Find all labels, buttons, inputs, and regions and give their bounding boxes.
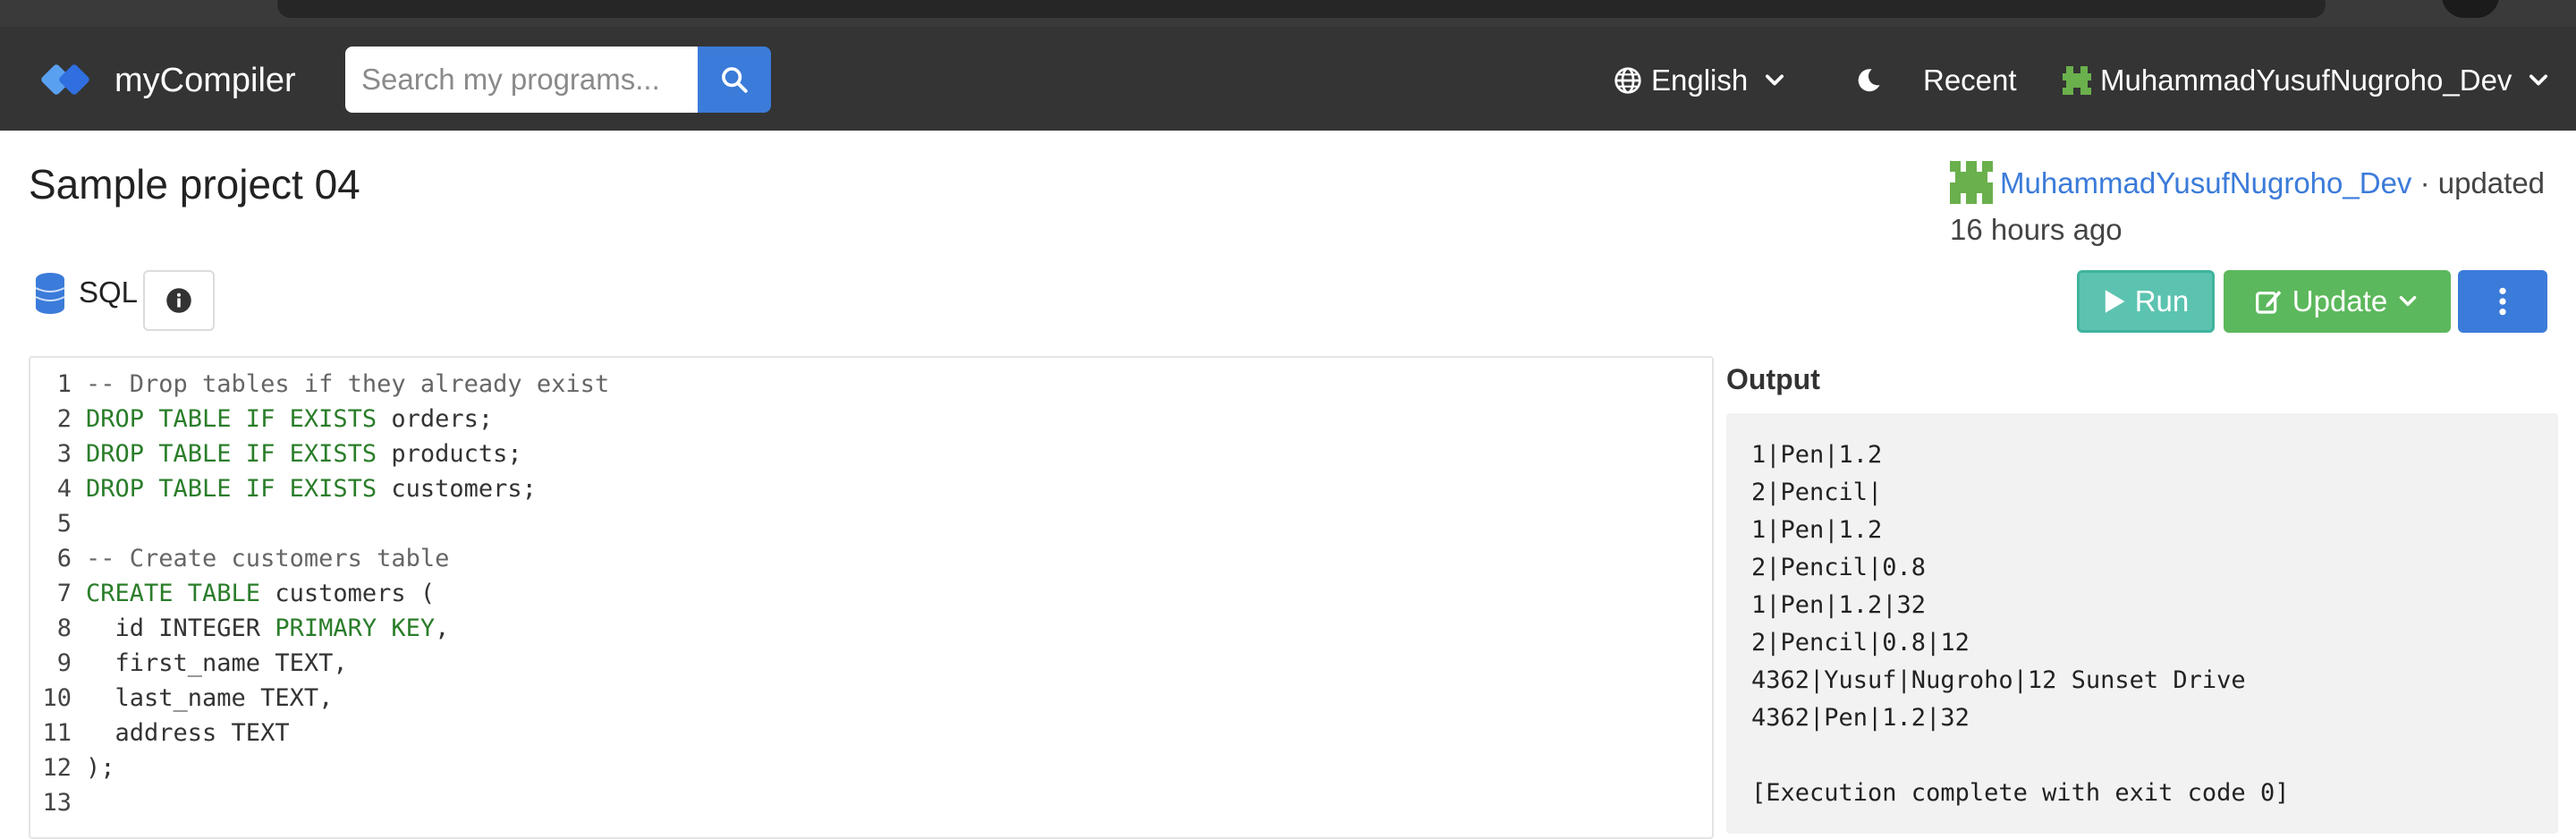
- mycompiler-logo-icon[interactable]: [39, 61, 98, 100]
- code-line[interactable]: 3 DROP TABLE IF EXISTS products;: [30, 436, 522, 471]
- code-text: last_name TEXT,: [86, 684, 334, 712]
- code-line[interactable]: 6 -- Create customers table: [30, 541, 450, 576]
- sql-keyword: DROP TABLE IF EXISTS: [86, 475, 377, 503]
- line-number: 7: [56, 580, 72, 607]
- output-line: 4362|Pen|1.2|32: [1751, 704, 1970, 732]
- info-button[interactable]: [143, 270, 215, 331]
- edit-icon: [2255, 291, 2282, 314]
- search-icon: [722, 67, 748, 93]
- language-label: English: [1651, 64, 1749, 97]
- play-icon: [2105, 290, 2125, 313]
- output-line: 1|Pen|1.2: [1751, 516, 1883, 544]
- output-line: [Execution complete with exit code 0]: [1751, 779, 2290, 807]
- chevron-down-icon: [2399, 295, 2417, 306]
- code-text: );: [86, 754, 115, 782]
- theme-toggle[interactable]: [1855, 61, 1882, 100]
- output-line: 1|Pen|1.2: [1751, 441, 1883, 469]
- line-number: 13: [42, 789, 72, 817]
- language-label: SQL: [79, 275, 139, 309]
- output-line: 1|Pen|1.2|32: [1751, 591, 1927, 619]
- sql-keyword: DROP TABLE IF EXISTS: [86, 405, 377, 433]
- username-label: MuhammadYusufNugroho_Dev: [2100, 64, 2512, 97]
- moon-icon: [1858, 69, 1880, 92]
- code-text: first_name TEXT,: [86, 649, 348, 677]
- line-number: 9: [56, 649, 72, 677]
- recent-link[interactable]: Recent: [1923, 61, 2017, 100]
- output-panel: 1|Pen|1.2 2|Pencil| 1|Pen|1.2 2|Pencil|0.8 1…: [1726, 413, 2558, 834]
- chevron-down-icon: [2529, 74, 2548, 86]
- line-number: 8: [56, 614, 72, 642]
- sql-keyword: PRIMARY KEY: [275, 614, 436, 642]
- code-line[interactable]: 7 CREATE TABLE customers (: [30, 576, 435, 611]
- browser-toolbar: [0, 0, 2576, 27]
- code-line[interactable]: 9 first_name TEXT,: [30, 646, 348, 681]
- output-line: 2|Pencil|: [1751, 479, 1883, 506]
- line-number: 3: [56, 440, 72, 468]
- info-icon: [166, 288, 191, 313]
- database-icon: [35, 273, 65, 314]
- line-number: 4: [56, 475, 72, 503]
- output-line: 4362|Yusuf|Nugroho|12 Sunset Drive: [1751, 666, 2246, 694]
- code-line[interactable]: 2 DROP TABLE IF EXISTS orders;: [30, 402, 493, 436]
- user-menu[interactable]: MuhammadYusufNugroho_Dev: [2063, 61, 2551, 100]
- update-label: Update: [2292, 284, 2388, 318]
- run-label: Run: [2134, 284, 2190, 318]
- code-editor[interactable]: 1 -- Drop tables if they already exist 2 DR…: [29, 356, 1714, 839]
- code-line[interactable]: 4 DROP TABLE IF EXISTS customers;: [30, 471, 537, 506]
- author-avatar-icon[interactable]: [1950, 161, 1993, 204]
- more-options-button[interactable]: [2458, 270, 2547, 333]
- code-line[interactable]: 8 id INTEGER PRIMARY KEY,: [30, 611, 450, 646]
- sql-keyword: DROP TABLE IF EXISTS: [86, 440, 377, 468]
- sql-comment: -- Drop tables if they already exist: [86, 370, 610, 398]
- code-line[interactable]: 13: [30, 785, 86, 820]
- line-number: 6: [56, 545, 72, 572]
- line-number: 1: [56, 370, 72, 398]
- line-number: 11: [42, 719, 72, 747]
- line-number: 12: [42, 754, 72, 782]
- code-text: address TEXT: [86, 719, 290, 747]
- updated-prefix: · updated: [2419, 166, 2546, 199]
- page-title: Sample project 04: [29, 161, 360, 208]
- search-button[interactable]: [698, 47, 771, 113]
- code-line[interactable]: 5: [30, 506, 86, 541]
- sql-comment: -- Create customers table: [86, 545, 450, 572]
- code-line[interactable]: 11 address TEXT: [30, 716, 290, 750]
- code-text: customers;: [377, 475, 537, 503]
- author-line: MuhammadYusufNugroho_Dev · updated: [2000, 164, 2545, 203]
- code-line[interactable]: 10 last_name TEXT,: [30, 681, 333, 716]
- language-selector[interactable]: English: [1614, 61, 1787, 100]
- sql-keyword: CREATE TABLE: [86, 580, 261, 607]
- kebab-menu-icon: [2499, 287, 2506, 316]
- brand-name[interactable]: myCompiler: [114, 61, 296, 100]
- run-button[interactable]: Run: [2077, 270, 2215, 333]
- code-line[interactable]: 12);: [30, 750, 115, 785]
- code-text: id INTEGER: [86, 614, 275, 642]
- output-title: Output: [1726, 363, 1820, 395]
- browser-address-bar[interactable]: [277, 0, 2326, 18]
- code-text: products;: [377, 440, 522, 468]
- chevron-down-icon: [1766, 74, 1784, 86]
- updated-time: 16 hours ago: [1950, 213, 2123, 246]
- code-text: ,: [435, 614, 450, 642]
- line-number: 2: [56, 405, 72, 433]
- globe-icon: [1614, 67, 1641, 94]
- line-number: 10: [42, 684, 72, 712]
- author-link[interactable]: MuhammadYusufNugroho_Dev: [2000, 166, 2411, 199]
- update-button[interactable]: Update: [2224, 270, 2451, 333]
- output-line: 2|Pencil|0.8|12: [1751, 629, 1970, 657]
- code-text: orders;: [377, 405, 494, 433]
- output-line: 2|Pencil|0.8: [1751, 554, 1927, 581]
- line-number: 5: [56, 510, 72, 538]
- navbar: myCompiler English Recent: [0, 27, 2576, 131]
- user-avatar-icon: [2063, 66, 2091, 95]
- code-line[interactable]: 1 -- Drop tables if they already exist: [30, 367, 609, 402]
- code-text: customers (: [260, 580, 436, 607]
- browser-profile-icon[interactable]: [2442, 0, 2499, 18]
- search-input[interactable]: [345, 47, 698, 113]
